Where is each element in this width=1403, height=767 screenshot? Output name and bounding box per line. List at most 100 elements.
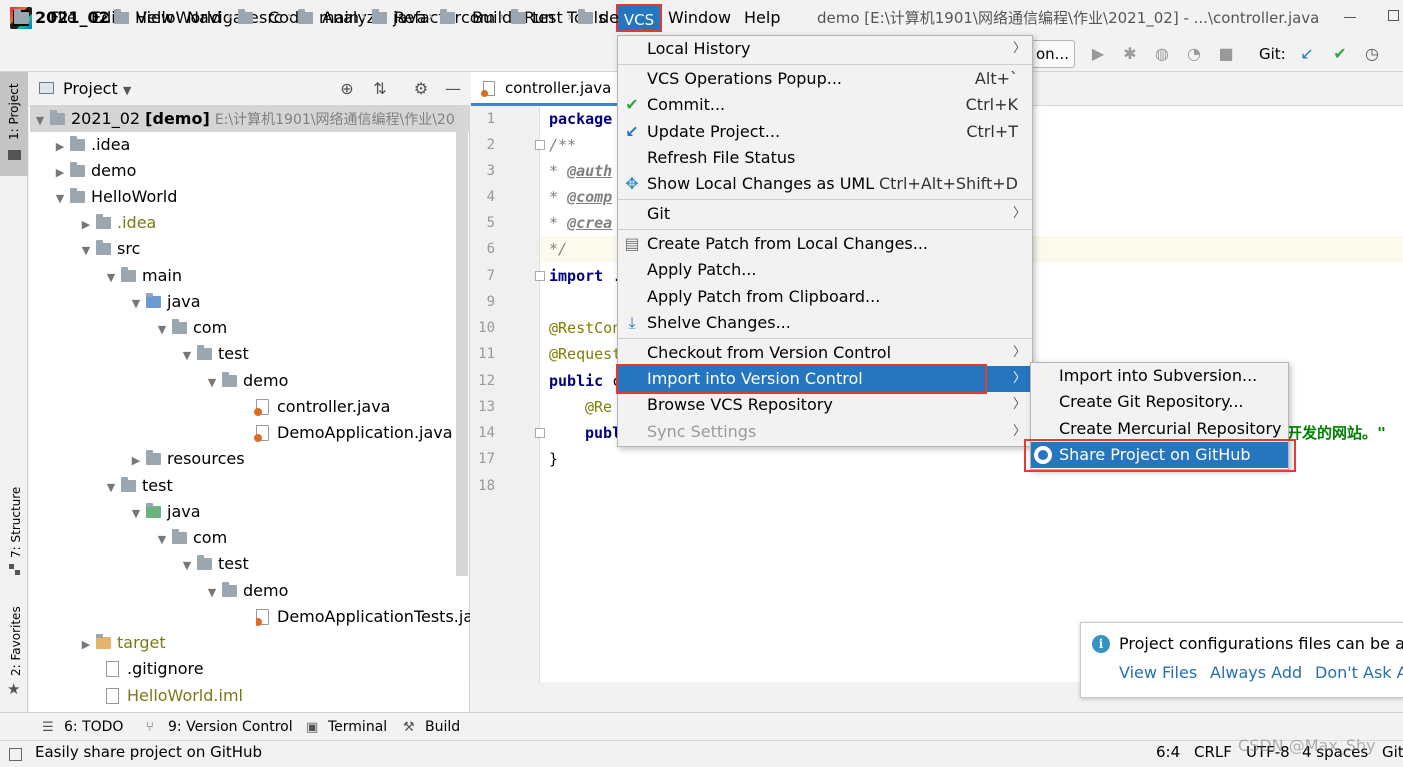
coverage-icon[interactable]: ◍ xyxy=(1152,44,1172,64)
menu-item-git[interactable]: Git 〉 xyxy=(618,201,1032,227)
tree-item[interactable]: DemoApplication.java xyxy=(254,420,453,446)
update-arrow-icon: ↙ xyxy=(625,122,639,141)
maximize-icon[interactable] xyxy=(1388,10,1399,21)
dont-ask-again-link[interactable]: Don't Ask Ag xyxy=(1315,663,1403,682)
git-update-icon[interactable]: ↙ xyxy=(1297,44,1317,64)
menu-window[interactable]: Window xyxy=(668,6,731,30)
stripe-project-button[interactable]: 1: Project xyxy=(0,72,28,176)
tree-item[interactable]: ▶ resources xyxy=(126,446,245,472)
folder-icon xyxy=(70,136,85,151)
tree-item[interactable]: ▶ demo xyxy=(50,158,137,184)
submenu-import-into-subversion[interactable]: Import into Subversion... xyxy=(1031,363,1288,389)
hammer-icon: ⚒ xyxy=(403,720,415,735)
breadcrumb-java[interactable]: java xyxy=(372,8,427,28)
stripe-structure-button[interactable]: 7: Structure xyxy=(0,476,28,580)
tree-item[interactable]: .gitignore xyxy=(106,656,204,682)
tree-item[interactable]: HelloWorld.iml xyxy=(106,683,243,709)
fold-icon[interactable] xyxy=(535,428,545,438)
hide-icon[interactable]: — xyxy=(443,79,463,99)
menu-item-shelve-changes[interactable]: ⤓ Shelve Changes... xyxy=(618,310,1032,336)
run-icon[interactable]: ▶ xyxy=(1088,44,1108,64)
line-number: 14 xyxy=(478,425,495,441)
test-source-folder-icon xyxy=(146,503,161,518)
menu-item-sync-settings[interactable]: Sync Settings 〉 xyxy=(618,419,1032,445)
menu-item-vcs-operations-popup[interactable]: VCS Operations Popup... Alt+` xyxy=(618,66,1032,92)
always-add-link[interactable]: Always Add xyxy=(1210,663,1302,682)
breadcrumb-demo[interactable]: de xyxy=(578,8,619,28)
tree-item[interactable]: ▼ main xyxy=(101,263,182,289)
profile-icon[interactable]: ◔ xyxy=(1184,44,1204,64)
menu-vcs[interactable]: VCS xyxy=(616,4,662,32)
code-line: * @auth xyxy=(549,162,613,180)
stripe-favorites-button[interactable]: 2: Favorites ★ xyxy=(0,600,28,700)
tree-item[interactable]: ▶ .idea xyxy=(50,132,131,158)
breadcrumb-main[interactable]: main xyxy=(298,8,359,28)
tree-item[interactable]: ▼ com xyxy=(152,525,227,551)
breadcrumb-src[interactable]: src xyxy=(238,8,282,28)
tree-item[interactable]: ▼ test xyxy=(177,551,249,577)
tree-item[interactable]: ▼ demo xyxy=(202,578,289,604)
menu-item-checkout[interactable]: Checkout from Version Control 〉 xyxy=(618,340,1032,366)
tool-windows-toggle-icon[interactable] xyxy=(9,748,22,761)
tree-item[interactable]: ▼ com xyxy=(152,315,227,341)
menu-item-commit[interactable]: ✔ Commit... Ctrl+K xyxy=(618,92,1032,118)
menu-item-update-project[interactable]: ↙ Update Project... Ctrl+T xyxy=(618,119,1032,145)
tree-item[interactable]: ▼ src xyxy=(76,236,141,262)
tree-item[interactable]: ▶ .idea xyxy=(76,210,157,236)
caret-position[interactable]: 6:4 xyxy=(1156,743,1180,761)
project-tree-scrollbar[interactable] xyxy=(456,106,468,576)
code-line: @RestCon xyxy=(549,319,622,337)
menu-separator xyxy=(618,64,1032,65)
stop-icon[interactable]: ■ xyxy=(1216,44,1236,64)
git-commit-icon[interactable]: ✔ xyxy=(1330,44,1350,64)
menu-item-apply-patch-clipboard[interactable]: Apply Patch from Clipboard... xyxy=(618,284,1032,310)
menu-item-create-patch[interactable]: ▤ Create Patch from Local Changes... xyxy=(618,231,1032,257)
breadcrumb-2021-02[interactable]: 2021_02 xyxy=(14,8,110,28)
breadcrumb-helloworld[interactable]: HelloWorld xyxy=(114,8,221,28)
tree-item[interactable]: ▼ java xyxy=(126,289,201,315)
collapse-all-icon[interactable]: ⇅ xyxy=(370,79,390,99)
fold-icon[interactable] xyxy=(535,271,545,281)
menu-item-browse-vcs-repository[interactable]: Browse VCS Repository 〉 xyxy=(618,392,1032,418)
menu-help[interactable]: Help xyxy=(744,6,780,30)
patch-icon: ▤ xyxy=(624,234,640,253)
debug-icon[interactable]: ✱ xyxy=(1120,44,1140,64)
tree-item[interactable]: ▼ HelloWorld xyxy=(50,184,178,210)
terminal-tool-button[interactable]: ▣ Terminal xyxy=(306,716,387,738)
tree-item[interactable]: ▶ target xyxy=(76,630,166,656)
tree-item[interactable]: DemoApplicationTests.java xyxy=(256,604,470,630)
menu-item-local-history[interactable]: Local History 〉 xyxy=(618,36,1032,62)
gear-icon[interactable]: ⚙ xyxy=(411,79,431,99)
submenu-create-git-repository[interactable]: Create Git Repository... xyxy=(1031,389,1288,415)
breadcrumb-test[interactable]: test xyxy=(511,8,563,28)
locate-icon[interactable]: ⊕ xyxy=(337,79,357,99)
build-tool-button[interactable]: ⚒ Build xyxy=(403,716,460,738)
code-line: /** xyxy=(549,136,577,154)
tree-item[interactable]: ▼ demo xyxy=(202,368,289,394)
tree-item-root[interactable]: ▼ 2021_02 [demo] E:\计算机1901\网络通信编程\作业\202 xyxy=(30,106,470,132)
vcs-branch[interactable]: Git xyxy=(1382,743,1403,761)
fold-icon[interactable] xyxy=(535,140,545,150)
chevron-right-icon: › xyxy=(227,9,233,25)
run-configuration-select[interactable]: on... xyxy=(1030,40,1075,68)
tree-item-controller-java[interactable]: controller.java xyxy=(254,394,390,420)
menu-item-refresh-file-status[interactable]: Refresh File Status xyxy=(618,145,1032,171)
view-files-link[interactable]: View Files xyxy=(1119,663,1197,682)
menu-item-apply-patch[interactable]: Apply Patch... xyxy=(618,257,1032,283)
folder-icon xyxy=(70,188,85,203)
gitignore-file-icon xyxy=(106,661,119,677)
project-view-select[interactable]: Project ▼ xyxy=(63,79,131,98)
package-icon xyxy=(222,582,237,597)
tree-item[interactable]: ▼ java xyxy=(126,499,201,525)
todo-tool-button[interactable]: ☰ 6: TODO xyxy=(42,716,123,738)
menu-item-show-local-changes-uml[interactable]: ✥ Show Local Changes as UML Ctrl+Alt+Shift… xyxy=(618,171,1032,197)
tree-item[interactable]: ▼ test xyxy=(177,341,249,367)
breadcrumb-com[interactable]: com xyxy=(440,8,495,28)
tree-item[interactable]: ▼ test xyxy=(101,473,173,499)
editor-tab-controller-java[interactable]: controller.java xyxy=(471,72,621,106)
git-history-icon[interactable]: ◷ xyxy=(1362,44,1382,64)
version-control-tool-button[interactable]: ⑂ 9: Version Control xyxy=(146,716,293,738)
line-separator[interactable]: CRLF xyxy=(1194,743,1232,761)
chevron-right-icon: › xyxy=(287,9,293,25)
minimize-icon[interactable] xyxy=(1344,17,1356,18)
